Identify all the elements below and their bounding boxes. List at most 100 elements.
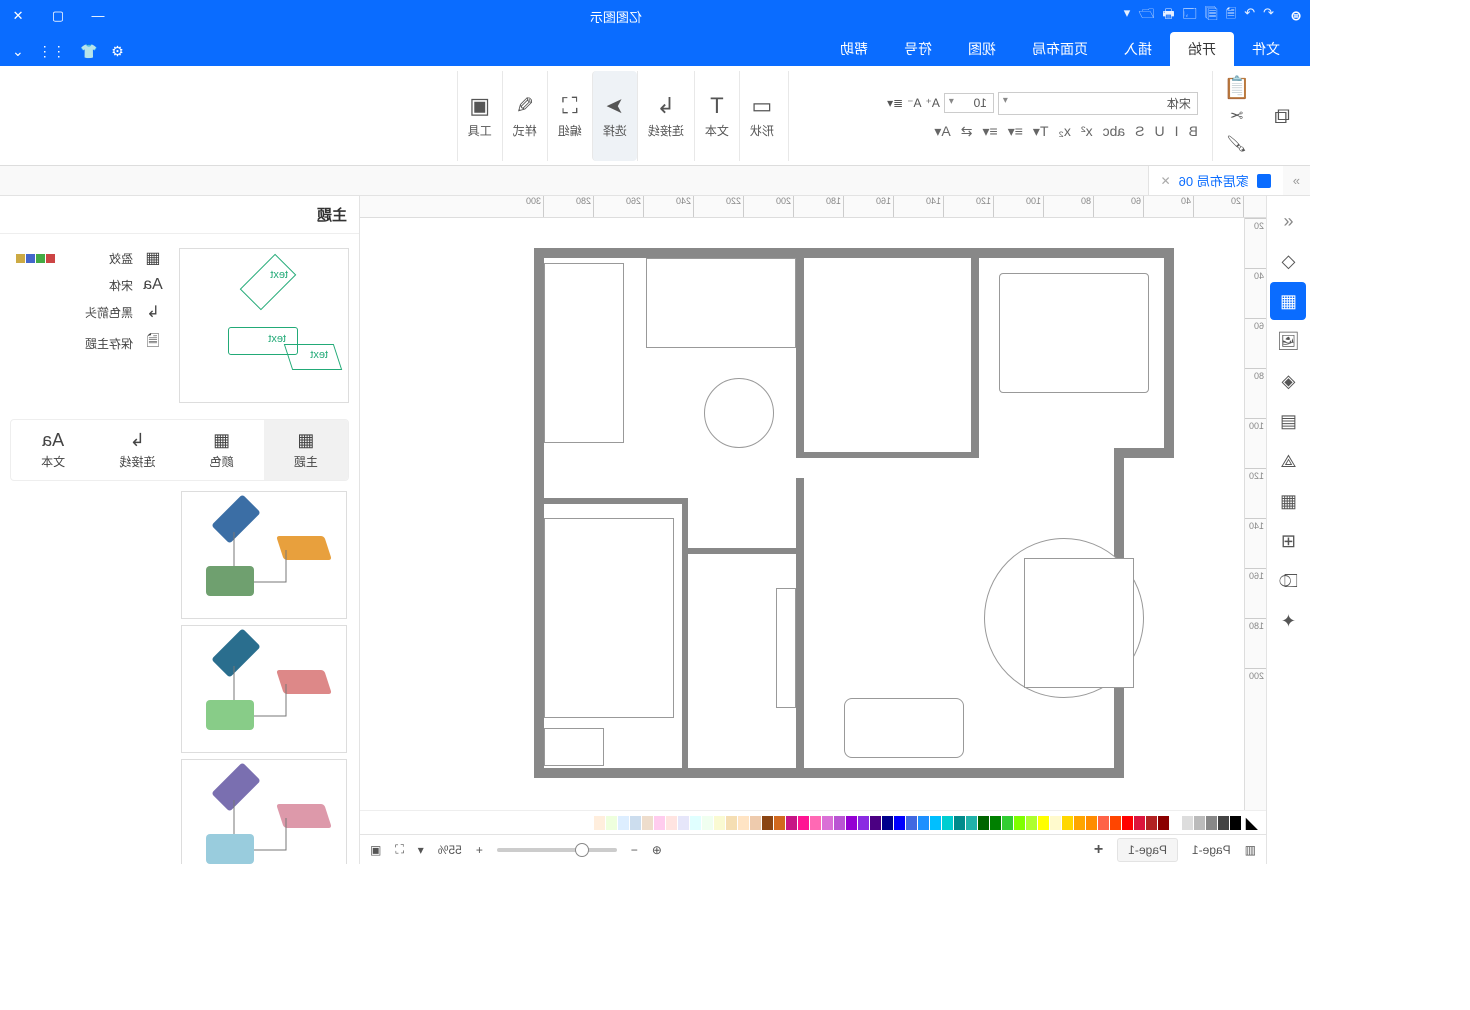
close-tab-icon[interactable]: ✕ [1161, 174, 1171, 188]
redo-button[interactable]: ↷ [1244, 5, 1255, 27]
color-swatch[interactable] [1026, 816, 1037, 830]
color-swatch[interactable] [918, 816, 929, 830]
fullscreen-icon[interactable]: ⛶ [395, 842, 403, 857]
color-swatch[interactable] [978, 816, 989, 830]
font-tool-9[interactable]: ≡▾ [982, 123, 997, 140]
left-tab-1[interactable]: ◇ [1271, 242, 1307, 280]
color-swatch[interactable] [1170, 816, 1181, 830]
color-picker-icon[interactable]: ◢ [1246, 813, 1258, 833]
menu-insert[interactable]: 插入 [1106, 32, 1170, 66]
saveas-button[interactable]: 🗔 [1183, 5, 1197, 27]
bed-2[interactable] [1024, 558, 1134, 688]
color-swatch[interactable] [690, 816, 701, 830]
color-swatch[interactable] [654, 816, 665, 830]
color-swatch[interactable] [1002, 816, 1013, 830]
ribbon-工具[interactable]: ▣工具 [457, 71, 502, 161]
color-swatch[interactable] [846, 816, 857, 830]
color-swatch[interactable] [870, 816, 881, 830]
left-tab-4[interactable]: ◈ [1271, 362, 1307, 400]
left-tab-3[interactable]: 🖼 [1271, 322, 1307, 360]
color-swatch[interactable] [798, 816, 809, 830]
subtab-颜色[interactable]: ▦颜色 [180, 420, 264, 480]
ribbon-文本[interactable]: T文本 [694, 71, 739, 161]
font-tool-10[interactable]: ⇄ [961, 123, 973, 140]
closet[interactable] [544, 263, 624, 443]
left-tab-0[interactable]: « [1271, 202, 1307, 240]
color-swatch[interactable] [858, 816, 869, 830]
color-swatch[interactable] [1182, 816, 1193, 830]
desk[interactable] [544, 728, 604, 766]
color-swatch[interactable] [1050, 816, 1061, 830]
open-button[interactable]: 🗁 [1138, 5, 1154, 27]
font-tool-6[interactable]: x₂ [1058, 123, 1070, 140]
left-tab-5[interactable]: ▤ [1271, 402, 1307, 440]
color-swatch[interactable] [942, 816, 953, 830]
color-swatch[interactable] [1098, 816, 1109, 830]
dining-table[interactable] [704, 378, 774, 448]
print-button[interactable]: 🖶 [1162, 5, 1174, 27]
font-tool-5[interactable]: x² [1081, 123, 1093, 140]
clipboard-paste[interactable]: ⧉ [1264, 71, 1300, 161]
pages-icon[interactable]: ▥ [1245, 843, 1256, 857]
color-swatch[interactable] [966, 816, 977, 830]
subtab-连接线[interactable]: ↳连接线 [95, 420, 179, 480]
page-tab[interactable]: Page-1 [1117, 838, 1178, 862]
color-swatch[interactable] [1074, 816, 1085, 830]
apps-icon[interactable]: ⋮⋮ [38, 43, 66, 60]
font-tool-3[interactable]: S [1135, 123, 1144, 140]
left-tab-2[interactable]: ▦ [1271, 282, 1307, 320]
document-tab[interactable]: 家居布局 06 ✕ [1148, 166, 1283, 195]
color-swatch[interactable] [642, 816, 653, 830]
tv-unit[interactable] [776, 588, 796, 708]
settings-icon[interactable]: ⚙ [111, 43, 124, 60]
font-size-select[interactable]: 10 [944, 93, 994, 113]
color-swatch[interactable] [882, 816, 893, 830]
color-swatch[interactable] [1122, 816, 1133, 830]
ribbon-选择[interactable]: ➤选择 [592, 71, 637, 161]
font-tool-8[interactable]: ≡▾ [1008, 123, 1023, 140]
color-swatch[interactable] [750, 816, 761, 830]
kitchen-counter[interactable] [646, 258, 796, 348]
ribbon-样式[interactable]: ✎样式 [502, 71, 547, 161]
font-dec-button[interactable]: A⁻ [907, 96, 921, 110]
color-swatch[interactable] [786, 816, 797, 830]
color-swatch[interactable] [1230, 816, 1241, 830]
color-swatch[interactable] [1038, 816, 1049, 830]
subtab-文本[interactable]: Aa文本 [11, 420, 95, 480]
font-name-select[interactable]: 宋体 [998, 92, 1198, 115]
left-tab-10[interactable]: ✦ [1271, 602, 1307, 640]
ribbon-连接线[interactable]: ↳连接线 [637, 71, 694, 161]
font-tool-2[interactable]: U [1155, 123, 1165, 140]
menu-file[interactable]: 文件 [1234, 32, 1298, 66]
color-swatch[interactable] [618, 816, 629, 830]
font-inc-button[interactable]: A⁺ [926, 96, 940, 110]
menu-symbol[interactable]: 符号 [886, 32, 950, 66]
bed-1[interactable] [999, 273, 1149, 393]
color-swatch[interactable] [1110, 816, 1121, 830]
menu-pagelayout[interactable]: 页面布局 [1014, 32, 1106, 66]
font-tool-0[interactable]: B [1189, 123, 1198, 140]
paste-large-icon[interactable]: 📋 [1223, 75, 1250, 101]
drawing-page[interactable] [360, 218, 1244, 810]
color-swatch[interactable] [810, 816, 821, 830]
color-swatch[interactable] [774, 816, 785, 830]
theme-opt-盈效[interactable]: ▦盈效 [10, 244, 171, 272]
color-swatch[interactable] [1218, 816, 1229, 830]
tabs-expand-icon[interactable]: » [1283, 173, 1310, 188]
menu-start[interactable]: 开始 [1170, 32, 1234, 66]
color-swatch[interactable] [702, 816, 713, 830]
zoom-slider[interactable] [497, 848, 617, 852]
color-swatch[interactable] [990, 816, 1001, 830]
color-swatch[interactable] [1134, 816, 1145, 830]
color-swatch[interactable] [1194, 816, 1205, 830]
theme-icon[interactable]: 👕 [80, 43, 97, 60]
ribbon-编组[interactable]: ⛶编组 [547, 71, 592, 161]
zoom-dropdown-icon[interactable]: ▾ [418, 843, 424, 857]
font-tool-1[interactable]: I [1175, 123, 1179, 140]
minimize-button[interactable]: — [80, 8, 116, 24]
color-swatch[interactable] [1146, 816, 1157, 830]
color-swatch[interactable] [954, 816, 965, 830]
color-swatch[interactable] [930, 816, 941, 830]
collapse-ribbon-icon[interactable]: ⌄ [12, 43, 24, 60]
sofa[interactable] [544, 518, 674, 718]
